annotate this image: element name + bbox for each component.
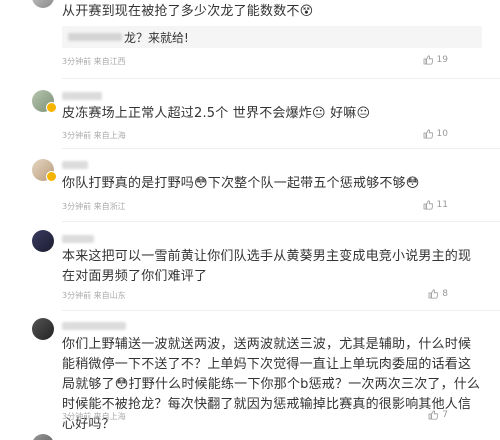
username-blurred[interactable]: [62, 92, 102, 100]
username-blurred[interactable]: [62, 322, 126, 330]
like-button[interactable]: 10: [423, 129, 448, 139]
comment-meta: 3分钟前 来自浙江: [62, 201, 126, 212]
divider: [62, 148, 500, 149]
reply-text: 龙？来就给!: [124, 31, 189, 45]
comment-text: 本来这把可以一雪前黄让你们队选手从黄葵男主变成电竞小说男主的现在对面男频了你们难…: [62, 249, 472, 284]
like-button[interactable]: 8: [428, 289, 448, 299]
comment-location: 来自浙江: [93, 202, 126, 211]
reply-username-blurred: [68, 33, 122, 41]
comment-text: 皮冻赛场上正常人超过2.5个 世界不会爆炸😐 好嘛😐: [62, 106, 371, 121]
like-button[interactable]: 7: [428, 410, 448, 420]
like-count: 11: [436, 200, 448, 210]
avatar[interactable]: [32, 434, 54, 440]
comment-time: 3分钟前: [62, 202, 92, 211]
comment-time: 3分钟前: [62, 131, 92, 140]
like-count: 10: [436, 129, 448, 139]
like-count: 19: [436, 55, 448, 65]
thumbs-up-icon: [423, 129, 433, 139]
comment-meta: 3分钟前 来自上海: [62, 411, 126, 422]
comment-meta: 3分钟前 来自上海: [62, 130, 126, 141]
thumbs-up-icon: [428, 410, 439, 420]
thumbs-up-icon: [428, 289, 439, 299]
thumbs-up-icon: [423, 55, 433, 65]
like-button[interactable]: 11: [423, 200, 448, 210]
comment-location: 来自上海: [93, 412, 126, 421]
comment-text: 你队打野真的是打野吗😳下次整个队一起带五个惩戒够不够😳: [62, 176, 420, 191]
avatar[interactable]: [32, 318, 54, 340]
verified-badge-icon: [46, 102, 57, 113]
comment-location: 来自上海: [93, 131, 126, 140]
comment-feed: 从开赛到现在被抢了多少次龙了能数数不😵 龙？来就给! 3分钟前 来自江西 19 …: [0, 0, 500, 440]
comment-meta: 3分钟前 来自江西: [62, 56, 126, 67]
username-blurred[interactable]: [62, 235, 94, 243]
comment-location: 来自江西: [93, 57, 126, 66]
avatar[interactable]: [32, 230, 54, 252]
username-blurred[interactable]: [62, 161, 88, 169]
divider: [62, 310, 500, 311]
comment-meta: 3分钟前 来自山东: [62, 290, 126, 301]
comment-time: 3分钟前: [62, 291, 92, 300]
comment-text: 从开赛到现在被抢了多少次龙了能数数不😵: [62, 4, 314, 19]
divider: [62, 78, 500, 79]
comment-time: 3分钟前: [62, 412, 92, 421]
like-count: 8: [442, 289, 448, 299]
thumbs-up-icon: [423, 200, 433, 210]
avatar[interactable]: [32, 0, 54, 8]
like-count: 7: [442, 410, 448, 420]
divider: [62, 221, 500, 222]
reply-box[interactable]: 龙？来就给!: [62, 26, 482, 48]
comment-location: 来自山东: [93, 291, 126, 300]
verified-badge-icon: [46, 171, 57, 182]
comment-time: 3分钟前: [62, 57, 92, 66]
like-button[interactable]: 19: [423, 55, 448, 65]
